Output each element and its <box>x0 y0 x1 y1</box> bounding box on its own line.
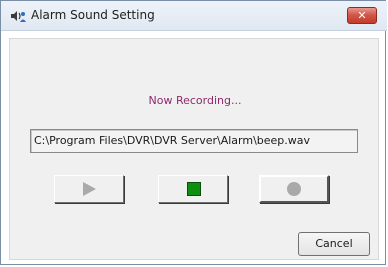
cancel-button[interactable]: Cancel <box>298 232 370 256</box>
window-title: Alarm Sound Setting <box>31 8 155 22</box>
close-button[interactable]: ✕ <box>347 7 377 24</box>
recording-status: Now Recording... <box>148 94 242 107</box>
record-icon <box>287 182 301 196</box>
stop-button[interactable] <box>158 175 228 203</box>
speaker-person-icon <box>11 11 26 22</box>
alarm-sound-setting-window: Alarm Sound Setting ✕ Now Recording... C… <box>0 0 387 265</box>
record-button[interactable] <box>259 175 329 203</box>
play-button[interactable] <box>54 175 124 203</box>
close-icon: ✕ <box>357 9 367 22</box>
stop-icon <box>187 182 201 196</box>
title-bar[interactable]: Alarm Sound Setting ✕ <box>1 1 387 31</box>
dialog-body: Now Recording... C:\Program Files\DVR\DV… <box>9 38 379 260</box>
play-icon <box>83 182 96 196</box>
sound-file-path-field[interactable]: C:\Program Files\DVR\DVR Server\Alarm\be… <box>30 129 358 153</box>
